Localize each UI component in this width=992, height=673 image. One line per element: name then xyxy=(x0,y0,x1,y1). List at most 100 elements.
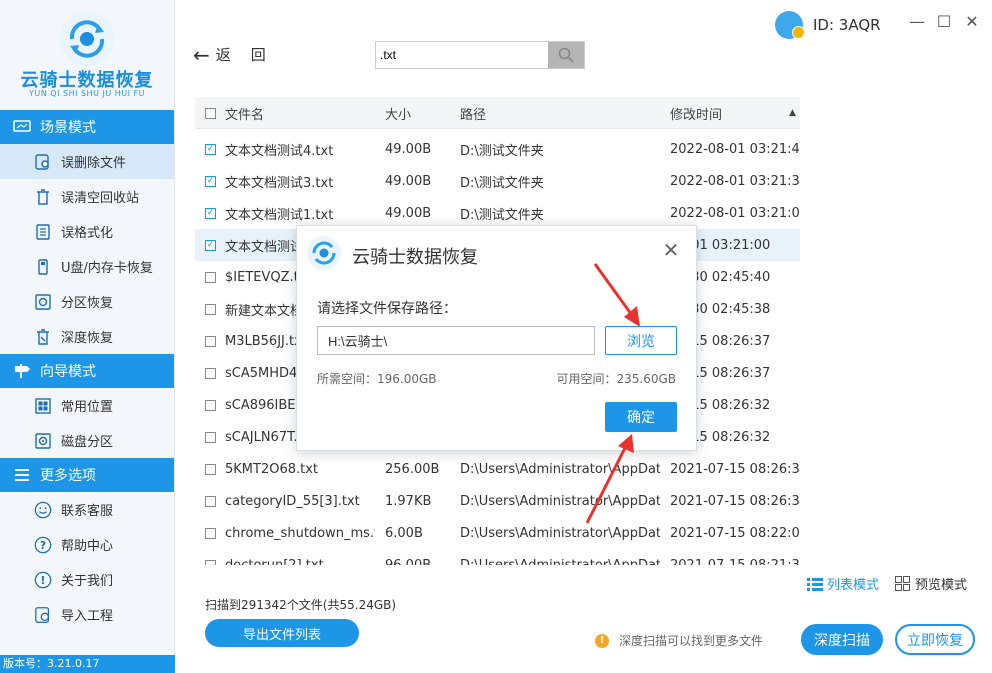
cell-time: 2022-08-01 03:21:46 xyxy=(670,141,800,157)
row-checkbox[interactable] xyxy=(205,389,216,421)
sort-ascending-icon[interactable]: ▲ xyxy=(789,108,796,118)
close-window-button[interactable]: ✕ xyxy=(961,12,983,31)
back-button[interactable]: ← 返 回 xyxy=(193,44,266,65)
section-wizard-mode[interactable]: 向导模式 xyxy=(0,354,174,388)
row-checkbox[interactable]: ✓ xyxy=(205,133,216,165)
usb-icon xyxy=(34,258,52,276)
recycle-bin-icon xyxy=(34,188,52,206)
search-box xyxy=(375,41,585,69)
list-mode-label: 列表模式 xyxy=(827,578,880,593)
headset-icon xyxy=(34,501,52,519)
svg-text:!: ! xyxy=(41,574,46,587)
sidebar-item-deep-recovery[interactable]: 深度恢复 xyxy=(0,319,174,354)
menu-icon xyxy=(12,467,32,483)
dialog-close-button[interactable]: ✕ xyxy=(660,238,682,262)
sidebar-item-disk-partition[interactable]: 磁盘分区 xyxy=(0,423,174,458)
cell-path: D:\测试文件夹 xyxy=(460,175,544,191)
cell-name: doctorun[2].txt xyxy=(225,557,324,566)
save-path-input[interactable] xyxy=(317,326,595,355)
required-space: 所需空间：196.00GB xyxy=(317,372,437,386)
preview-mode-toggle[interactable]: 预览模式 xyxy=(895,574,967,593)
maximize-button[interactable]: ☐ xyxy=(933,12,955,31)
table-row[interactable]: ✓ 文本文档测试4.txt 49.00B D:\测试文件夹 2022-08-01 03:… xyxy=(195,133,800,165)
sidebar-item-usb[interactable]: U盘/内存卡恢复 xyxy=(0,249,174,284)
cell-name: 文本文档测试3.txt xyxy=(225,175,334,191)
checkbox-box xyxy=(205,335,216,347)
checkbox-checked-icon: ✓ xyxy=(205,143,216,155)
cell-path: D:\Users\Administrator\AppData... xyxy=(460,461,660,477)
browse-button[interactable]: 浏览 xyxy=(605,326,677,355)
sidebar-item-contact-support[interactable]: 联系客服 xyxy=(0,492,174,527)
row-checkbox[interactable] xyxy=(205,421,216,453)
section-more-options[interactable]: 更多选项 xyxy=(0,458,174,492)
row-checkbox[interactable] xyxy=(205,485,216,517)
sidebar-item-label: 联系客服 xyxy=(61,504,114,519)
user-id[interactable]: ID: 3AQR xyxy=(775,11,881,39)
column-header-path[interactable]: 路径 xyxy=(460,97,660,129)
import-icon xyxy=(34,606,52,624)
sidebar-item-about-us[interactable]: ! 关于我们 xyxy=(0,562,174,597)
sidebar-item-label: 导入工程 xyxy=(61,609,114,624)
file-search-icon xyxy=(34,153,52,171)
section-scene-mode[interactable]: 场景模式 xyxy=(0,110,174,144)
sidebar-item-format[interactable]: 误格式化 xyxy=(0,214,174,249)
table-row[interactable]: chrome_shutdown_ms.txt 6.00B D:\Users\Admi… xyxy=(195,517,800,549)
select-all-checkbox[interactable] xyxy=(205,97,216,129)
sidebar-item-label: U盘/内存卡恢复 xyxy=(61,261,153,276)
help-icon: ? xyxy=(34,536,52,554)
section-label: 场景模式 xyxy=(40,120,96,136)
row-checkbox[interactable]: ✓ xyxy=(205,229,216,261)
search-button[interactable] xyxy=(548,42,584,68)
sidebar: 云骑士数据恢复 YUN QI SHI SHU JU HUI FU 场景模式 误删… xyxy=(0,0,175,673)
minimize-button[interactable]: — xyxy=(906,12,928,31)
sidebar-item-common-locations[interactable]: 常用位置 xyxy=(0,388,174,423)
row-checkbox[interactable] xyxy=(205,549,216,565)
row-checkbox[interactable]: ✓ xyxy=(205,165,216,197)
sidebar-item-partition[interactable]: 分区恢复 xyxy=(0,284,174,319)
cell-path: D:\Users\Administrator\AppData... xyxy=(460,525,660,541)
sidebar-item-recycle-bin[interactable]: 误清空回收站 xyxy=(0,179,174,214)
sidebar-item-deleted-files[interactable]: 误删除文件 xyxy=(0,144,174,179)
sidebar-item-help-center[interactable]: ? 帮助中心 xyxy=(0,527,174,562)
grid-view-icon xyxy=(895,576,910,591)
search-input[interactable] xyxy=(376,42,548,68)
column-header-name[interactable]: 文件名 xyxy=(225,97,375,129)
disk-icon xyxy=(34,432,52,450)
app-subtitle: YUN QI SHI SHU JU HUI FU xyxy=(29,89,145,98)
table-row[interactable]: 5KMT2O68.txt 256.00B D:\Users\Administrato… xyxy=(195,453,800,485)
cell-size: 96.00B xyxy=(385,557,432,566)
save-path-label: 请选择文件保存路径： xyxy=(317,301,457,317)
checkbox-box xyxy=(205,303,216,315)
sidebar-item-label: 常用位置 xyxy=(61,400,114,415)
knight-logo-icon xyxy=(60,12,114,66)
column-header-time[interactable]: 修改时间 xyxy=(670,97,800,129)
row-checkbox[interactable] xyxy=(205,261,216,293)
list-mode-toggle[interactable]: 列表模式 xyxy=(807,574,879,593)
row-checkbox[interactable] xyxy=(205,453,216,485)
column-header-size[interactable]: 大小 xyxy=(385,97,455,129)
row-checkbox[interactable] xyxy=(205,293,216,325)
table-row[interactable]: doctorun[2].txt 96.00B D:\Users\Administra… xyxy=(195,549,800,565)
row-checkbox[interactable] xyxy=(205,357,216,389)
arrow-left-icon: ← xyxy=(193,42,210,67)
row-checkbox[interactable]: ✓ xyxy=(205,197,216,229)
table-row[interactable]: ✓ 文本文档测试3.txt 49.00B D:\测试文件夹 2022-08-01 03:… xyxy=(195,165,800,197)
cell-size: 1.97KB xyxy=(385,493,432,509)
sidebar-item-label: 帮助中心 xyxy=(61,539,114,554)
row-checkbox[interactable] xyxy=(205,325,216,357)
checkbox-box xyxy=(205,527,216,539)
confirm-button[interactable]: 确定 xyxy=(605,402,677,432)
app-logo: 云骑士数据恢复 YUN QI SHI SHU JU HUI FU xyxy=(0,0,174,110)
cell-name: 文本文档测试4.txt xyxy=(225,143,334,159)
deep-scan-button[interactable]: 深度扫描 xyxy=(801,624,883,655)
monitor-icon xyxy=(12,119,32,135)
sidebar-item-import-project[interactable]: 导入工程 xyxy=(0,597,174,632)
checkbox-box xyxy=(205,107,216,119)
row-checkbox[interactable] xyxy=(205,517,216,549)
recover-now-button[interactable]: 立即恢复 xyxy=(895,624,975,655)
table-row[interactable]: categoryID_55[3].txt 1.97KB D:\Users\Admin… xyxy=(195,485,800,517)
drive-icon xyxy=(34,223,52,241)
export-file-list-button[interactable]: 导出文件列表 xyxy=(205,619,359,647)
cell-size: 6.00B xyxy=(385,525,423,541)
partition-icon xyxy=(34,293,52,311)
